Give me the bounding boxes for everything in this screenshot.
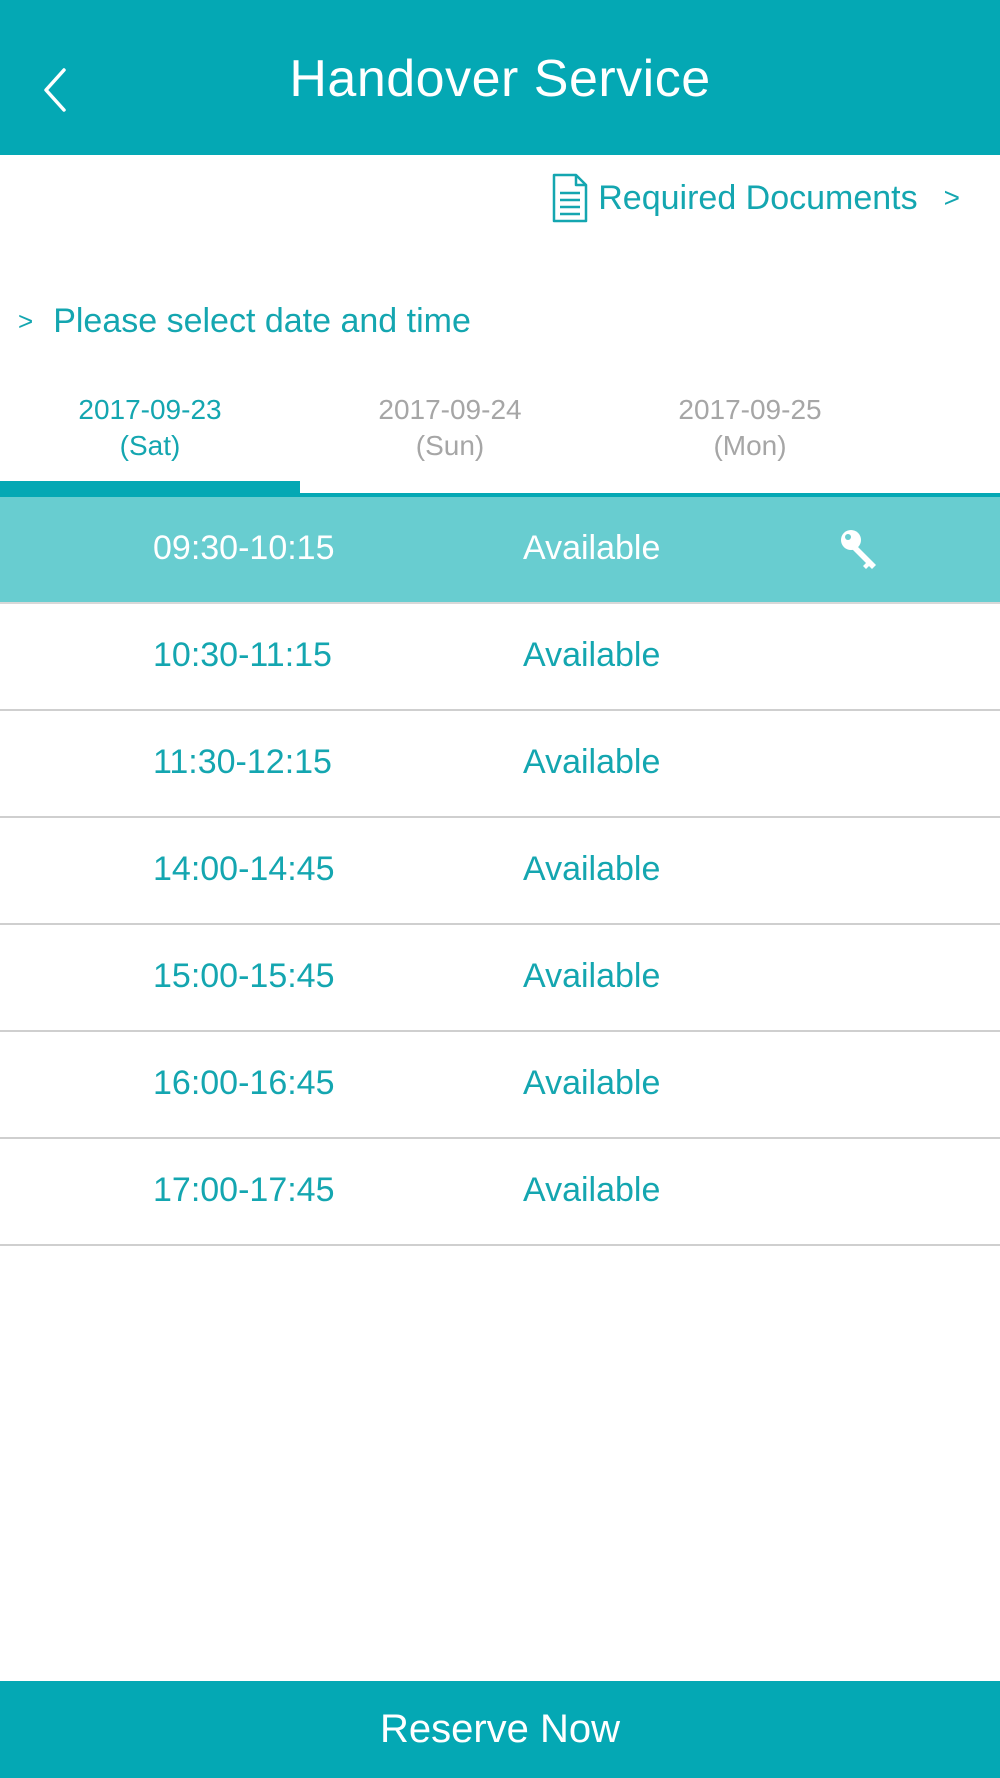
- time-slot-row[interactable]: 10:30-11:15 Available: [0, 604, 1000, 711]
- slot-time: 11:30-12:15: [153, 743, 332, 781]
- tab-date-2017-09-25[interactable]: 2017-09-25 (Mon): [600, 380, 900, 490]
- slot-time: 16:00-16:45: [153, 1064, 335, 1102]
- section-heading-text: Please select date and time: [53, 301, 471, 340]
- document-icon: [553, 173, 588, 223]
- slot-status: Available: [523, 850, 661, 888]
- tab-day: (Mon): [713, 429, 787, 461]
- tab-date: 2017-09-24: [378, 394, 522, 425]
- required-documents-link[interactable]: Required Documents >: [550, 170, 960, 226]
- header-bar: Handover Service: [0, 0, 1000, 155]
- tab-day: (Sat): [119, 429, 181, 461]
- required-documents-label: Required Documents: [598, 178, 918, 217]
- chevron-left-icon: [44, 68, 66, 112]
- tab-date: 2017-09-25: [678, 394, 822, 425]
- chevron-right-icon: >: [18, 305, 34, 336]
- slot-status: Available: [523, 529, 661, 567]
- slot-status: Available: [523, 1171, 661, 1209]
- tab-date-2017-09-23[interactable]: 2017-09-23 (Sat): [0, 380, 300, 490]
- slot-time: 17:00-17:45: [153, 1171, 335, 1209]
- back-button[interactable]: [30, 60, 80, 120]
- time-slot-row[interactable]: 17:00-17:45 Available: [0, 1139, 1000, 1246]
- slot-time: 09:30-10:15: [153, 529, 335, 567]
- slot-time: 14:00-14:45: [153, 850, 335, 888]
- slot-status: Available: [523, 957, 661, 995]
- tab-active-indicator: [0, 481, 300, 497]
- slot-time: 15:00-15:45: [153, 957, 335, 995]
- time-slot-row[interactable]: 16:00-16:45 Available: [0, 1032, 1000, 1139]
- tab-day: (Sun): [415, 429, 485, 461]
- page-title: Handover Service: [289, 49, 711, 108]
- section-heading: > Please select date and time: [18, 296, 471, 346]
- time-slot-row[interactable]: 15:00-15:45 Available: [0, 925, 1000, 1032]
- reserve-now-button[interactable]: Reserve Now: [0, 1681, 1000, 1778]
- tab-date: 2017-09-23: [78, 394, 222, 425]
- slot-status: Available: [523, 743, 661, 781]
- time-slot-row[interactable]: 11:30-12:15 Available: [0, 711, 1000, 818]
- time-slot-list: 09:30-10:15 Available 10:30-11:15 Availa…: [0, 497, 1000, 1246]
- slot-status: Available: [523, 636, 661, 674]
- time-slot-row[interactable]: 09:30-10:15 Available: [0, 497, 1000, 604]
- time-slot-row[interactable]: 14:00-14:45 Available: [0, 818, 1000, 925]
- app-screen: Handover Service Required Documents > > …: [0, 0, 1000, 1778]
- chevron-right-icon: >: [943, 182, 960, 213]
- slot-status: Available: [523, 1064, 661, 1102]
- tab-date-2017-09-24[interactable]: 2017-09-24 (Sun): [300, 380, 600, 490]
- slot-time: 10:30-11:15: [153, 636, 332, 674]
- key-icon: [841, 530, 876, 569]
